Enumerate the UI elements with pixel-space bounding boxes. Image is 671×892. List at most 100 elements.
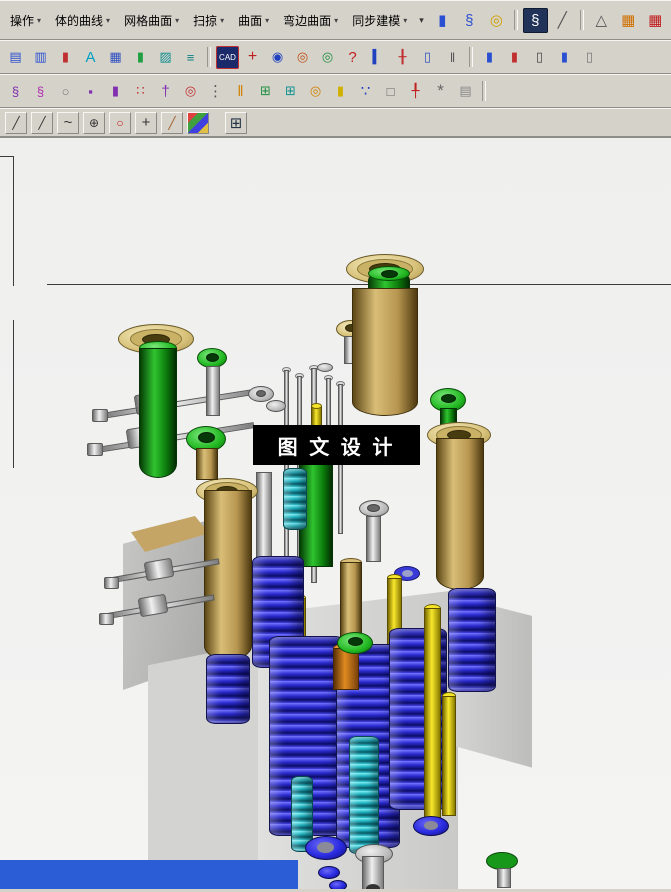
eye-icon[interactable]: ◉ [266,46,289,69]
column-purple-icon[interactable]: ▮ [104,80,127,103]
guide-bushing[interactable] [436,438,484,590]
datum-line[interactable] [0,156,14,157]
list-icon[interactable]: ≡ [179,46,202,69]
trim-red-icon[interactable]: + [241,46,264,69]
coil-spring-small[interactable] [283,468,307,530]
circle-red-icon[interactable]: ○ [109,111,131,134]
washer[interactable] [317,363,333,372]
pin-yellow-icon[interactable]: ▮ [329,80,352,103]
ejector-pin[interactable] [442,696,456,816]
spring-tool-icon[interactable]: § [522,7,548,33]
o-ring-icon[interactable]: ◎ [304,80,327,103]
palette-icon[interactable] [187,111,209,134]
insert-icon[interactable]: ▪ [79,80,102,103]
help-icon[interactable]: ? [341,46,364,69]
coil-spring[interactable] [448,588,496,692]
datum-line[interactable] [13,320,14,468]
coil-spring[interactable] [206,654,250,724]
spring-purple-icon[interactable]: § [4,80,27,103]
ring-bore [317,842,334,853]
sheet-icon[interactable]: ▤ [454,80,477,103]
pin-column-icon[interactable]: ▯ [416,46,439,69]
bars-icon[interactable]: ▮ [54,46,77,69]
cooling-nipple[interactable] [87,443,103,456]
locator-icon[interactable]: ◎ [179,80,202,103]
extrude-icon[interactable]: ▮ [129,46,152,69]
column-gray-icon[interactable]: ▯ [578,46,601,69]
double-column-icon[interactable]: ‖ [229,80,252,103]
points-icon[interactable]: ∷ [129,80,152,103]
retainer-ring[interactable] [329,880,347,889]
column-red-icon[interactable]: ▮ [503,46,526,69]
guide-bushing[interactable] [204,490,252,660]
menu-synchronous-modeling[interactable]: 同步建模 ▾ [345,12,414,29]
stud-icon[interactable]: ╂ [391,46,414,69]
menu-mesh-surface[interactable]: 网格曲面 ▾ [117,12,186,29]
viewport-3d[interactable]: 图 文 设 计 [0,137,671,889]
datum-planes-icon[interactable]: ▤ [4,46,27,69]
cooling-rod[interactable] [95,388,260,420]
menu-flange-surface[interactable]: 弯边曲面 ▾ [276,12,345,29]
column-outline-icon[interactable]: ▯ [528,46,551,69]
plus-icon[interactable]: + [135,111,157,134]
dots-icon[interactable]: ⋮ [204,80,227,103]
cooling-nipple[interactable] [104,577,119,589]
line2-icon[interactable]: ╱ [31,111,53,134]
menu-operation[interactable]: 操作 ▾ [3,12,48,29]
menu-bar: 操作 ▾ 体的曲线 ▾ 网格曲面 ▾ 扫掠 ▾ 曲面 ▾ 弯边曲面 ▾ 同步建模 ▾ ▾ ▮ § ◎ § ╱ △ ▦… [0,0,671,40]
gauge-icon[interactable]: ▍ [366,46,389,69]
cad-badge-icon[interactable]: CAD [216,45,239,69]
line3-icon[interactable]: ╱ [161,111,183,134]
sketch-pen-icon[interactable]: ╱ [550,8,575,33]
coil-yellow-icon[interactable]: ◎ [484,8,509,33]
wire-spring-icon[interactable]: § [29,80,52,103]
gear-icon[interactable]: * [429,80,452,103]
grid-icon[interactable]: ⊞ [225,111,247,134]
cooling-nipple[interactable] [99,613,114,625]
cavity-teal-icon[interactable]: ⊞ [279,80,302,103]
hatch-icon[interactable]: ▨ [154,46,177,69]
text-icon[interactable]: A [79,46,102,69]
line1-icon[interactable]: ╱ [5,111,27,134]
box-icon[interactable]: □ [379,80,402,103]
sheet-orange-icon[interactable]: ▦ [616,8,641,33]
cooling-nipple[interactable] [92,409,108,422]
support-pin[interactable] [333,648,359,690]
washer[interactable] [266,400,286,412]
bolt-red-icon[interactable]: ╀ [404,80,427,103]
toolbar-row3-icons: § § ○ ▪ ▮ ∷ † ◎ ⋮ ‖ ⊞ ⊞ ◎ ▮ ∵ □ ╀ * ▤ [3,80,490,103]
column-blue2-icon[interactable]: ▮ [553,46,576,69]
menu-surface[interactable]: 曲面 ▾ [231,12,276,29]
cap-screw[interactable] [139,348,177,478]
mesh-red-icon[interactable]: ▦ [643,8,668,33]
checker-mesh-icon[interactable]: ▦ [104,46,127,69]
sketch-icon[interactable]: ▥ [29,46,52,69]
boss-icon[interactable]: ▮ [430,8,455,33]
spline-icon[interactable]: ~ [57,111,79,134]
pocket-green-icon[interactable]: ⊞ [254,80,277,103]
datum-line[interactable] [13,156,14,286]
column-blue-icon[interactable]: ▮ [478,46,501,69]
menu-overflow-arrow[interactable]: ▾ [419,15,424,26]
ejector-pin[interactable] [424,608,441,822]
menu-sweep[interactable]: 扫掠 ▾ [186,12,231,29]
guide-pair-icon[interactable]: ‖ [441,46,464,69]
coil-spring-small[interactable] [349,736,379,854]
datum-line[interactable] [47,284,671,285]
guide-bushing[interactable] [352,288,418,416]
screw-shaft[interactable] [366,516,381,562]
screw-shaft[interactable] [206,366,220,416]
circle-cross-icon[interactable]: ⊕ [83,111,105,134]
snap-target-icon[interactable]: ◎ [316,46,339,69]
draft-triangle-icon[interactable]: △ [589,8,614,33]
retainer-ring[interactable] [318,866,340,879]
balls-icon[interactable]: ∵ [354,80,377,103]
bolt[interactable] [497,868,511,888]
menu-body-curve[interactable]: 体的曲线 ▾ [48,12,117,29]
menu-label: 同步建模 [352,13,401,28]
orbit-icon[interactable]: ◎ [291,46,314,69]
screw-shaft[interactable] [196,448,218,480]
spring-blue-icon[interactable]: § [457,8,482,33]
screw-icon[interactable]: † [154,80,177,103]
ring-icon[interactable]: ○ [54,80,77,103]
